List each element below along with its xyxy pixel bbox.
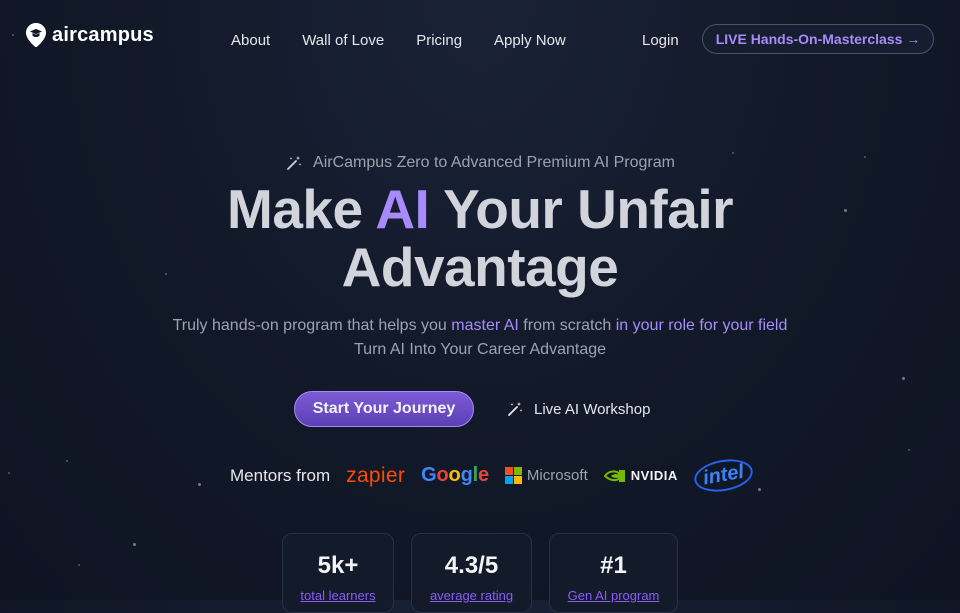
star [198,483,201,486]
stat-label: average rating [429,588,514,603]
nvidia-wordmark: NVIDIA [630,468,678,483]
top-nav: aircampus About Wall of Love Pricing App… [0,0,960,80]
live-masterclass-button[interactable]: LIVE Hands-On-Masterclass → [702,24,934,54]
stat-label: Gen AI program [567,588,660,603]
star [758,488,761,491]
brand-logo[interactable]: aircampus [24,22,154,48]
hero-title-highlight: AI [375,178,430,240]
hero-eyebrow-text: AirCampus Zero to Advanced Premium AI Pr… [313,154,675,171]
hero-title: Make AI Your Unfair Advantage [0,180,960,296]
stat-card-rating: 4.3/5 average rating [411,533,532,613]
hero-subtitle-highlight: in your role for your field [615,317,788,334]
stats-row: 5k+ total learners 4.3/5 average rating … [282,533,678,613]
cta-row: Start Your Journey Live AI Workshop [294,391,650,427]
nav-link-pricing[interactable]: Pricing [416,32,462,49]
hero-subtitle-line2: Turn AI Into Your Career Advantage [353,341,607,358]
star [133,543,136,546]
nvidia-logo: NVIDIA [603,468,678,483]
mentors-strip: Mentors from zapier Google Microsoft NVI… [230,455,756,496]
hero-subtitle-part: Truly hands-on program that helps you [172,317,452,334]
hero-title-part: Make [227,178,376,240]
hero-subtitle-part: from scratch [518,317,616,334]
stat-value: 4.3/5 [444,552,499,579]
nav-links: About Wall of Love Pricing Apply Now [231,32,566,49]
stat-card-rank: #1 Gen AI program [549,533,678,613]
stat-value: #1 [600,552,627,579]
map-pin-graduation-icon [26,23,46,48]
hero-title-line2: Advantage [341,236,619,298]
magic-wand-icon [508,402,523,416]
star [78,564,80,566]
start-journey-button[interactable]: Start Your Journey [294,391,474,427]
nav-link-apply-now[interactable]: Apply Now [494,32,566,49]
nvidia-eye-icon [603,469,625,482]
nav-link-wall-of-love[interactable]: Wall of Love [302,32,384,49]
hero-subtitle-highlight: master AI [451,317,519,334]
mentors-label: Mentors from [230,465,331,485]
magic-wand-icon [287,156,302,170]
hero-eyebrow: AirCampus Zero to Advanced Premium AI Pr… [0,154,960,172]
zapier-logo: zapier [346,463,406,487]
stat-card-learners: 5k+ total learners [282,533,394,613]
stat-value: 5k+ [317,552,359,579]
live-workshop-link[interactable]: Live AI Workshop [506,400,650,418]
mentor-logos: zapier Google Microsoft NVIDIA intel [346,455,756,496]
microsoft-logo: Microsoft [504,467,588,484]
star [908,449,910,451]
live-workshop-label: Live AI Workshop [534,400,651,418]
star [902,377,905,380]
microsoft-wordmark: Microsoft [526,467,588,484]
nav-link-about[interactable]: About [231,32,270,49]
hero-subtitle: Truly hands-on program that helps you ma… [0,314,960,362]
login-link[interactable]: Login [642,32,679,49]
star [8,472,10,474]
hero-title-part: Your Unfair [429,178,733,240]
microsoft-squares-icon [504,467,522,484]
intel-logo: intel [691,455,756,496]
stat-label: total learners [300,588,376,603]
brand-name: aircampus [52,23,154,46]
google-logo: Google [421,464,489,486]
star [66,460,68,462]
